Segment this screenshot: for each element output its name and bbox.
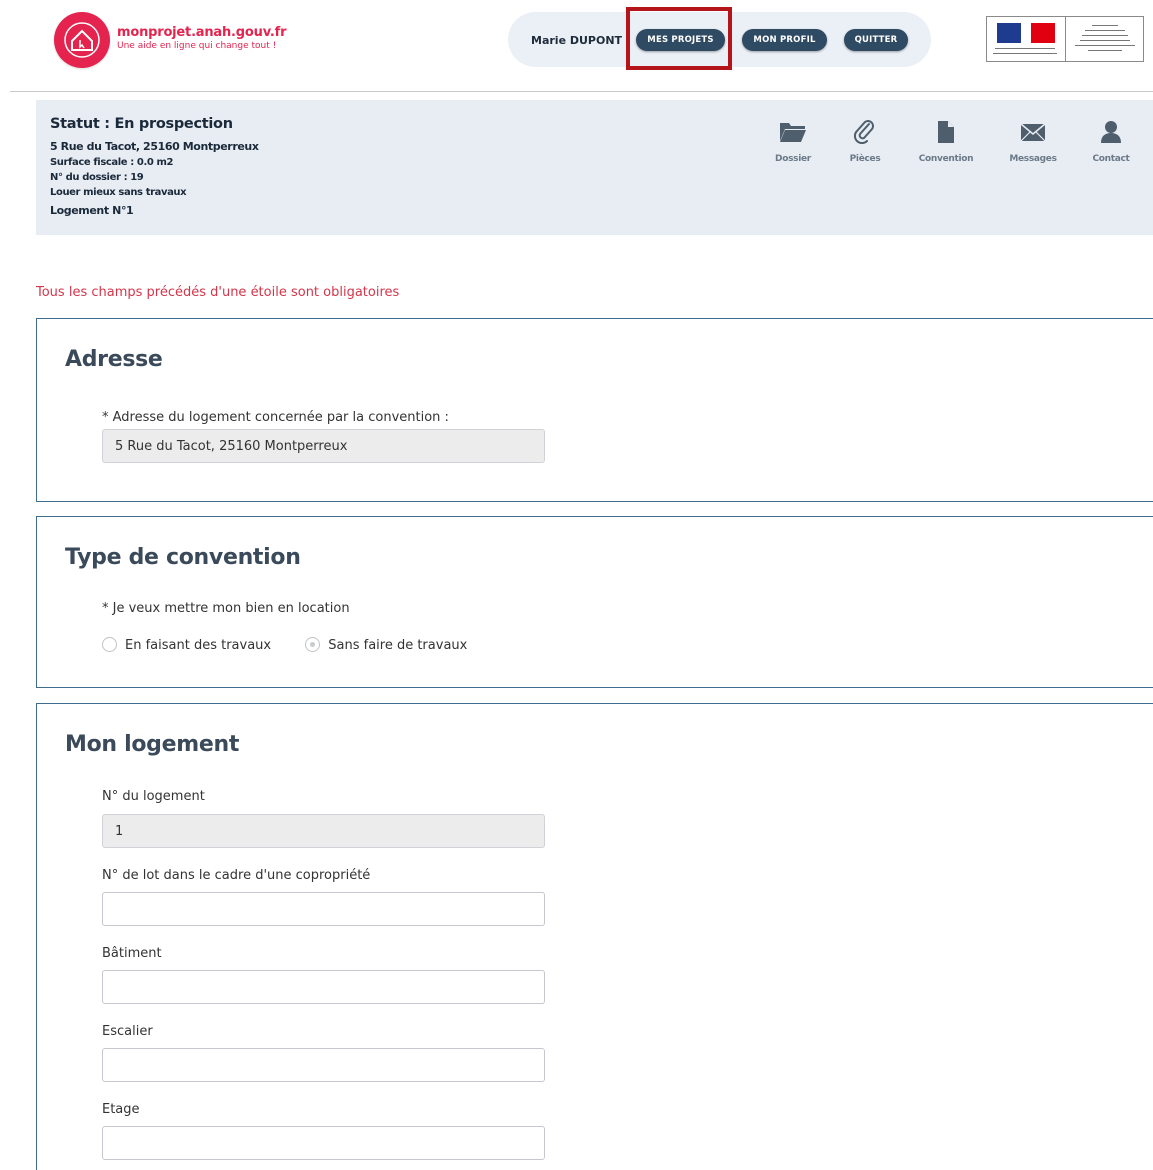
escalier-label: Escalier <box>102 1024 153 1039</box>
status-surface: Surface fiscale : 0.0 m2 <box>50 157 174 168</box>
section-type-convention: Type de convention * Je veux mettre mon … <box>36 516 1153 688</box>
nav-messages-label: Messages <box>1009 154 1057 164</box>
nav-convention[interactable]: Convention <box>911 120 981 164</box>
site-header: monprojet.anah.gouv.fr Une aide en ligne… <box>0 0 1153 92</box>
highlight-box <box>626 7 732 70</box>
lot-label: N° de lot dans le cadre d'une copropriét… <box>102 868 371 883</box>
section-title-convention: Type de convention <box>65 545 301 570</box>
nav-dossier-label: Dossier <box>775 154 811 164</box>
gov-logo <box>986 16 1144 62</box>
folder-icon <box>780 123 806 142</box>
nav-pieces-label: Pièces <box>849 154 881 164</box>
radio-sans-travaux[interactable] <box>305 637 321 652</box>
adresse-input[interactable] <box>102 429 545 463</box>
header-divider <box>10 91 1153 92</box>
numero-logement-label: N° du logement <box>102 789 205 804</box>
batiment-label: Bâtiment <box>102 946 162 961</box>
status-title: Statut : En prospection <box>50 116 233 132</box>
adresse-label: * Adresse du logement concernée par la c… <box>102 410 449 425</box>
status-dossier-number: N° du dossier : 19 <box>50 172 144 183</box>
document-icon <box>938 121 954 143</box>
radio-travaux-label: En faisant des travaux <box>125 638 272 653</box>
nav-contact[interactable]: Contact <box>1076 120 1146 164</box>
anah-logo-icon[interactable] <box>54 12 110 68</box>
quitter-button[interactable]: QUITTER <box>844 29 908 51</box>
escalier-input[interactable] <box>102 1048 545 1082</box>
radio-sans-travaux-label: Sans faire de travaux <box>328 638 468 653</box>
convention-label: * Je veux mettre mon bien en location <box>102 601 350 616</box>
etage-label: Etage <box>102 1102 140 1117</box>
radio-travaux[interactable] <box>102 637 117 652</box>
required-fields-note: Tous les champs précédés d'une étoile so… <box>36 285 400 300</box>
nav-messages[interactable]: Messages <box>998 120 1068 164</box>
status-panel: Statut : En prospection 5 Rue du Tacot, … <box>36 100 1153 235</box>
user-name: Marie DUPONT <box>531 34 623 47</box>
section-title-logement: Mon logement <box>65 732 240 757</box>
radio-option-travaux[interactable]: En faisant des travaux <box>102 637 271 653</box>
envelope-icon <box>1020 123 1046 142</box>
logo-tagline: Une aide en ligne qui change tout ! <box>117 41 277 51</box>
nav-dossier[interactable]: Dossier <box>758 120 828 164</box>
mon-profil-button[interactable]: MON PROFIL <box>742 29 827 51</box>
nav-convention-label: Convention <box>918 154 974 164</box>
nav-contact-label: Contact <box>1092 154 1130 164</box>
radio-option-sans-travaux[interactable]: Sans faire de travaux <box>305 637 467 653</box>
section-mon-logement: Mon logement N° du logement N° de lot da… <box>36 703 1153 1170</box>
convention-radio-group: En faisant des travaux Sans faire de tra… <box>102 637 497 653</box>
lot-input[interactable] <box>102 892 545 926</box>
nav-pieces[interactable]: Pièces <box>830 120 900 164</box>
status-address: 5 Rue du Tacot, 25160 Montperreux <box>50 140 259 153</box>
batiment-input[interactable] <box>102 970 545 1004</box>
status-programme: Louer mieux sans travaux <box>50 187 187 198</box>
section-adresse: Adresse * Adresse du logement concernée … <box>36 318 1153 502</box>
status-logement: Logement N°1 <box>50 204 134 217</box>
person-icon <box>1101 121 1121 143</box>
logo-title[interactable]: monprojet.anah.gouv.fr <box>117 25 287 40</box>
paperclip-icon <box>853 120 874 144</box>
section-title-adresse: Adresse <box>65 347 163 372</box>
etage-input[interactable] <box>102 1126 545 1160</box>
numero-logement-input[interactable] <box>102 814 545 848</box>
